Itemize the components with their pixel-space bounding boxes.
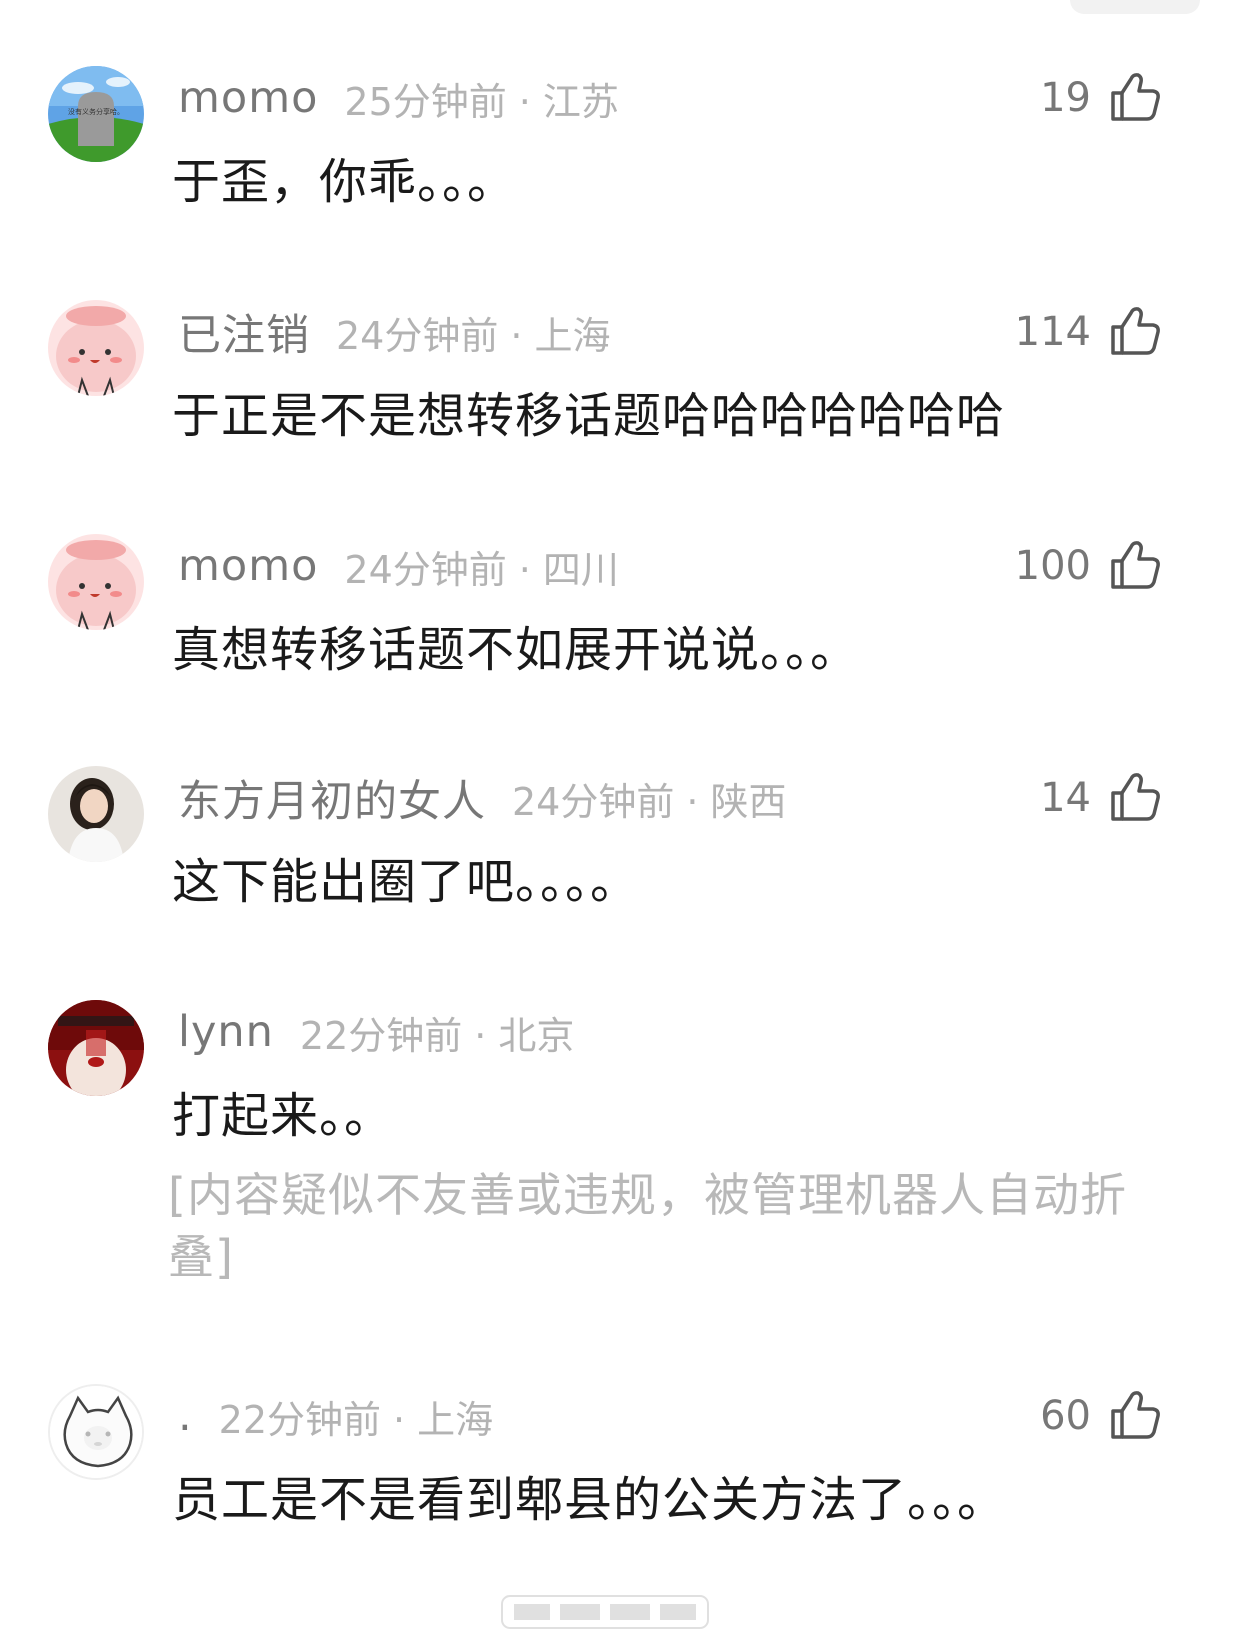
like-count: 60 xyxy=(1040,1393,1091,1439)
like-button[interactable]: 100 xyxy=(1015,538,1163,594)
separator: · xyxy=(686,779,699,824)
top-pill xyxy=(1070,0,1200,14)
comment-text: 员工是不是看到郫县的公关方法了。。。 xyxy=(172,1472,1007,1528)
location: 四川 xyxy=(542,547,619,592)
like-count: 100 xyxy=(1014,543,1091,589)
comment-meta: . 22分钟前 · 上海 xyxy=(178,1390,493,1442)
thumbs-up-icon xyxy=(1111,307,1160,355)
comment-meta: momo 25分钟前 · 江苏 xyxy=(178,72,619,124)
pink-cartoon-avatar xyxy=(48,300,144,396)
avatar[interactable] xyxy=(48,1000,144,1096)
like-button[interactable]: 19 xyxy=(1040,70,1163,126)
pink-cartoon-avatar xyxy=(48,534,144,630)
white-cat-avatar xyxy=(50,1386,142,1478)
like-button[interactable]: 114 xyxy=(1015,304,1163,360)
like-button[interactable]: 60 xyxy=(1040,1388,1163,1444)
timestamp: 24分钟前 xyxy=(512,779,675,824)
location: 陕西 xyxy=(710,779,787,824)
like-count: 114 xyxy=(1014,309,1091,355)
like-button[interactable]: 14 xyxy=(1040,770,1163,826)
avatar[interactable]: 没有义务分享哈。 xyxy=(48,66,144,162)
separator: · xyxy=(393,1397,406,1442)
separator: · xyxy=(510,313,523,358)
comment-text: 这下能出圈了吧。。。。 xyxy=(172,854,640,910)
comment-meta: lynn 22分钟前 · 北京 xyxy=(178,1006,574,1058)
avatar[interactable] xyxy=(48,766,144,862)
location: 北京 xyxy=(498,1013,575,1058)
location: 江苏 xyxy=(542,79,619,124)
watermark-logo xyxy=(501,1595,709,1629)
time-location: 22分钟前 · 上海 xyxy=(219,1389,493,1444)
time-location: 24分钟前 · 陕西 xyxy=(512,771,786,826)
comment-meta: 已注销 24分钟前 · 上海 xyxy=(178,305,610,361)
avatar[interactable] xyxy=(48,1384,144,1480)
timestamp: 22分钟前 xyxy=(218,1397,382,1442)
avatar[interactable] xyxy=(48,300,144,396)
location: 上海 xyxy=(534,313,611,358)
username[interactable]: momo xyxy=(178,73,318,123)
avatar[interactable] xyxy=(48,534,144,630)
tombstone-meadow-avatar: 没有义务分享哈。 xyxy=(48,66,144,162)
time-location: 24分钟前 · 四川 xyxy=(344,539,618,594)
thumbs-up-icon xyxy=(1111,541,1160,589)
timestamp: 25分钟前 xyxy=(344,79,507,124)
thumbs-up-icon xyxy=(1111,73,1160,121)
svg-text:没有义务分享哈。: 没有义务分享哈。 xyxy=(68,107,124,116)
separator: · xyxy=(518,79,531,124)
red-face-avatar xyxy=(48,1000,144,1096)
comment-text: 于歪，你乖。。。 xyxy=(172,154,517,210)
like-count: 19 xyxy=(1040,75,1091,121)
username[interactable]: . xyxy=(178,1391,193,1441)
username[interactable]: 东方月初的女人 xyxy=(178,767,486,829)
comment-text: 打起来。。 xyxy=(172,1088,394,1144)
comment-meta: 东方月初的女人 24分钟前 · 陕西 xyxy=(178,771,786,827)
comment-meta: momo 24分钟前 · 四川 xyxy=(178,540,619,592)
like-count: 14 xyxy=(1040,775,1091,821)
time-location: 25分钟前 · 江苏 xyxy=(344,71,618,126)
timestamp: 24分钟前 xyxy=(336,313,499,358)
separator: · xyxy=(518,547,531,592)
username[interactable]: lynn xyxy=(178,1007,274,1057)
comment-text: 于正是不是想转移话题哈哈哈哈哈哈哈 xyxy=(172,388,1006,444)
timestamp: 24分钟前 xyxy=(344,547,507,592)
timestamp: 22分钟前 xyxy=(299,1013,463,1058)
thumbs-up-icon xyxy=(1111,1391,1160,1439)
time-location: 24分钟前 · 上海 xyxy=(336,305,610,360)
portrait-avatar xyxy=(48,766,144,862)
time-location: 22分钟前 · 北京 xyxy=(300,1005,574,1060)
folded-notice[interactable]: [内容疑似不友善或违规，被管理机器人自动折叠] xyxy=(168,1164,1148,1288)
separator: · xyxy=(474,1013,487,1058)
username[interactable]: 已注销 xyxy=(178,301,310,363)
comment-text: 真想转移话题不如展开说说。。。 xyxy=(172,622,860,678)
thumbs-up-icon xyxy=(1111,773,1160,821)
location: 上海 xyxy=(417,1397,494,1442)
username[interactable]: momo xyxy=(178,541,318,591)
